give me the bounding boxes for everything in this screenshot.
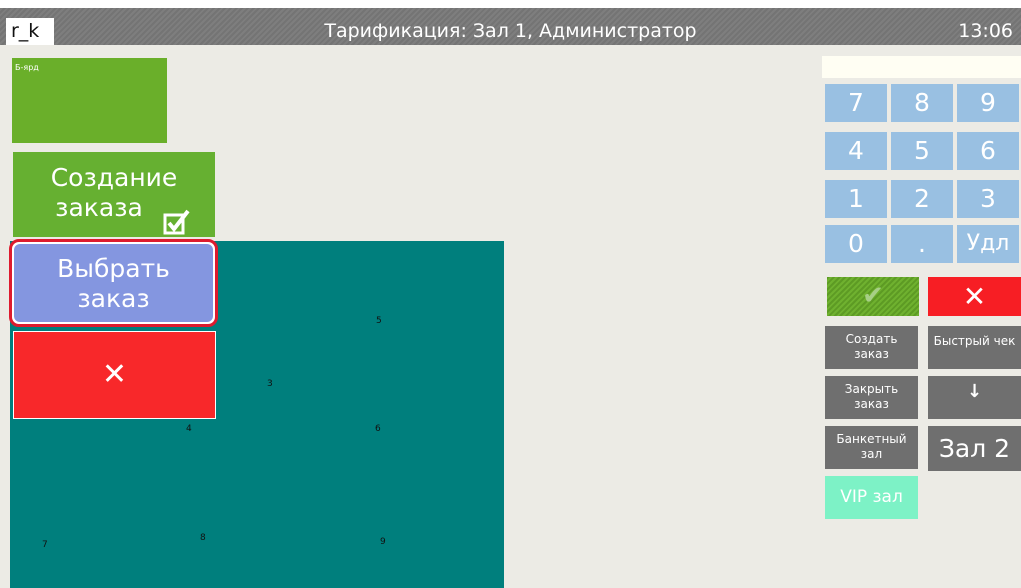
create-order-line2: заказа: [55, 193, 143, 222]
create-order-mode-button[interactable]: Создание заказа: [13, 152, 215, 237]
select-order-line2: заказ: [77, 284, 150, 313]
create-order-button[interactable]: Создать заказ: [825, 326, 918, 369]
cancel-button[interactable]: ✕: [928, 277, 1021, 316]
table-4[interactable]: 4: [186, 424, 192, 434]
checkbox-checked-icon: [163, 209, 190, 235]
close-order-button-line1: Закрыть: [844, 382, 899, 396]
key-5[interactable]: 5: [891, 132, 953, 170]
quick-check-button[interactable]: Быстрый чек: [928, 326, 1021, 369]
key-8[interactable]: 8: [891, 84, 953, 122]
clock: 13:06: [958, 20, 1013, 42]
key-2[interactable]: 2: [891, 180, 953, 218]
cancel-mode-button[interactable]: ✕: [13, 331, 216, 419]
table-9[interactable]: 9: [380, 537, 386, 547]
key-1[interactable]: 1: [825, 180, 887, 218]
scroll-down-button[interactable]: ↓: [928, 376, 1021, 419]
close-order-button[interactable]: Закрыть заказ: [825, 376, 918, 419]
confirm-button[interactable]: ✔: [827, 277, 919, 316]
hall-tile-label: Б-ярд: [15, 63, 39, 72]
table-7[interactable]: 7: [42, 540, 48, 550]
key-6[interactable]: 6: [957, 132, 1019, 170]
table-5[interactable]: 5: [376, 316, 382, 326]
banquet-hall-line2: зал: [860, 447, 883, 461]
table-6[interactable]: 6: [375, 424, 381, 434]
key-dot[interactable]: .: [891, 225, 953, 263]
table-8[interactable]: 8: [200, 533, 206, 543]
close-icon: ✕: [962, 280, 987, 313]
key-9[interactable]: 9: [957, 84, 1019, 122]
table-3[interactable]: 3: [267, 379, 273, 389]
close-icon: ✕: [101, 357, 128, 392]
close-order-button-line2: заказ: [854, 397, 889, 411]
page-title: Тарификация: Зал 1, Администратор: [324, 20, 697, 42]
key-delete[interactable]: Удл: [957, 225, 1019, 263]
key-3[interactable]: 3: [957, 180, 1019, 218]
arrow-down-icon: ↓: [966, 381, 983, 402]
hall-2-button[interactable]: Зал 2: [928, 426, 1021, 471]
vip-hall-button[interactable]: VIP зал: [825, 476, 918, 519]
key-0[interactable]: 0: [825, 225, 887, 263]
create-order-line1: Создание: [50, 163, 178, 192]
hall-tile-billiard[interactable]: Б-ярд: [12, 58, 167, 143]
create-order-button-line2: заказ: [854, 347, 889, 361]
check-icon: ✔: [862, 281, 884, 311]
create-order-button-line1: Создать: [845, 332, 898, 346]
caption-strip: [0, 0, 1021, 8]
banquet-hall-button[interactable]: Банкетный зал: [825, 426, 918, 469]
select-order-button[interactable]: Выбрать заказ: [9, 239, 218, 327]
input-display: [822, 56, 1021, 78]
select-order-line1: Выбрать: [57, 254, 170, 283]
key-7[interactable]: 7: [825, 84, 887, 122]
banquet-hall-line1: Банкетный: [836, 432, 907, 446]
key-4[interactable]: 4: [825, 132, 887, 170]
